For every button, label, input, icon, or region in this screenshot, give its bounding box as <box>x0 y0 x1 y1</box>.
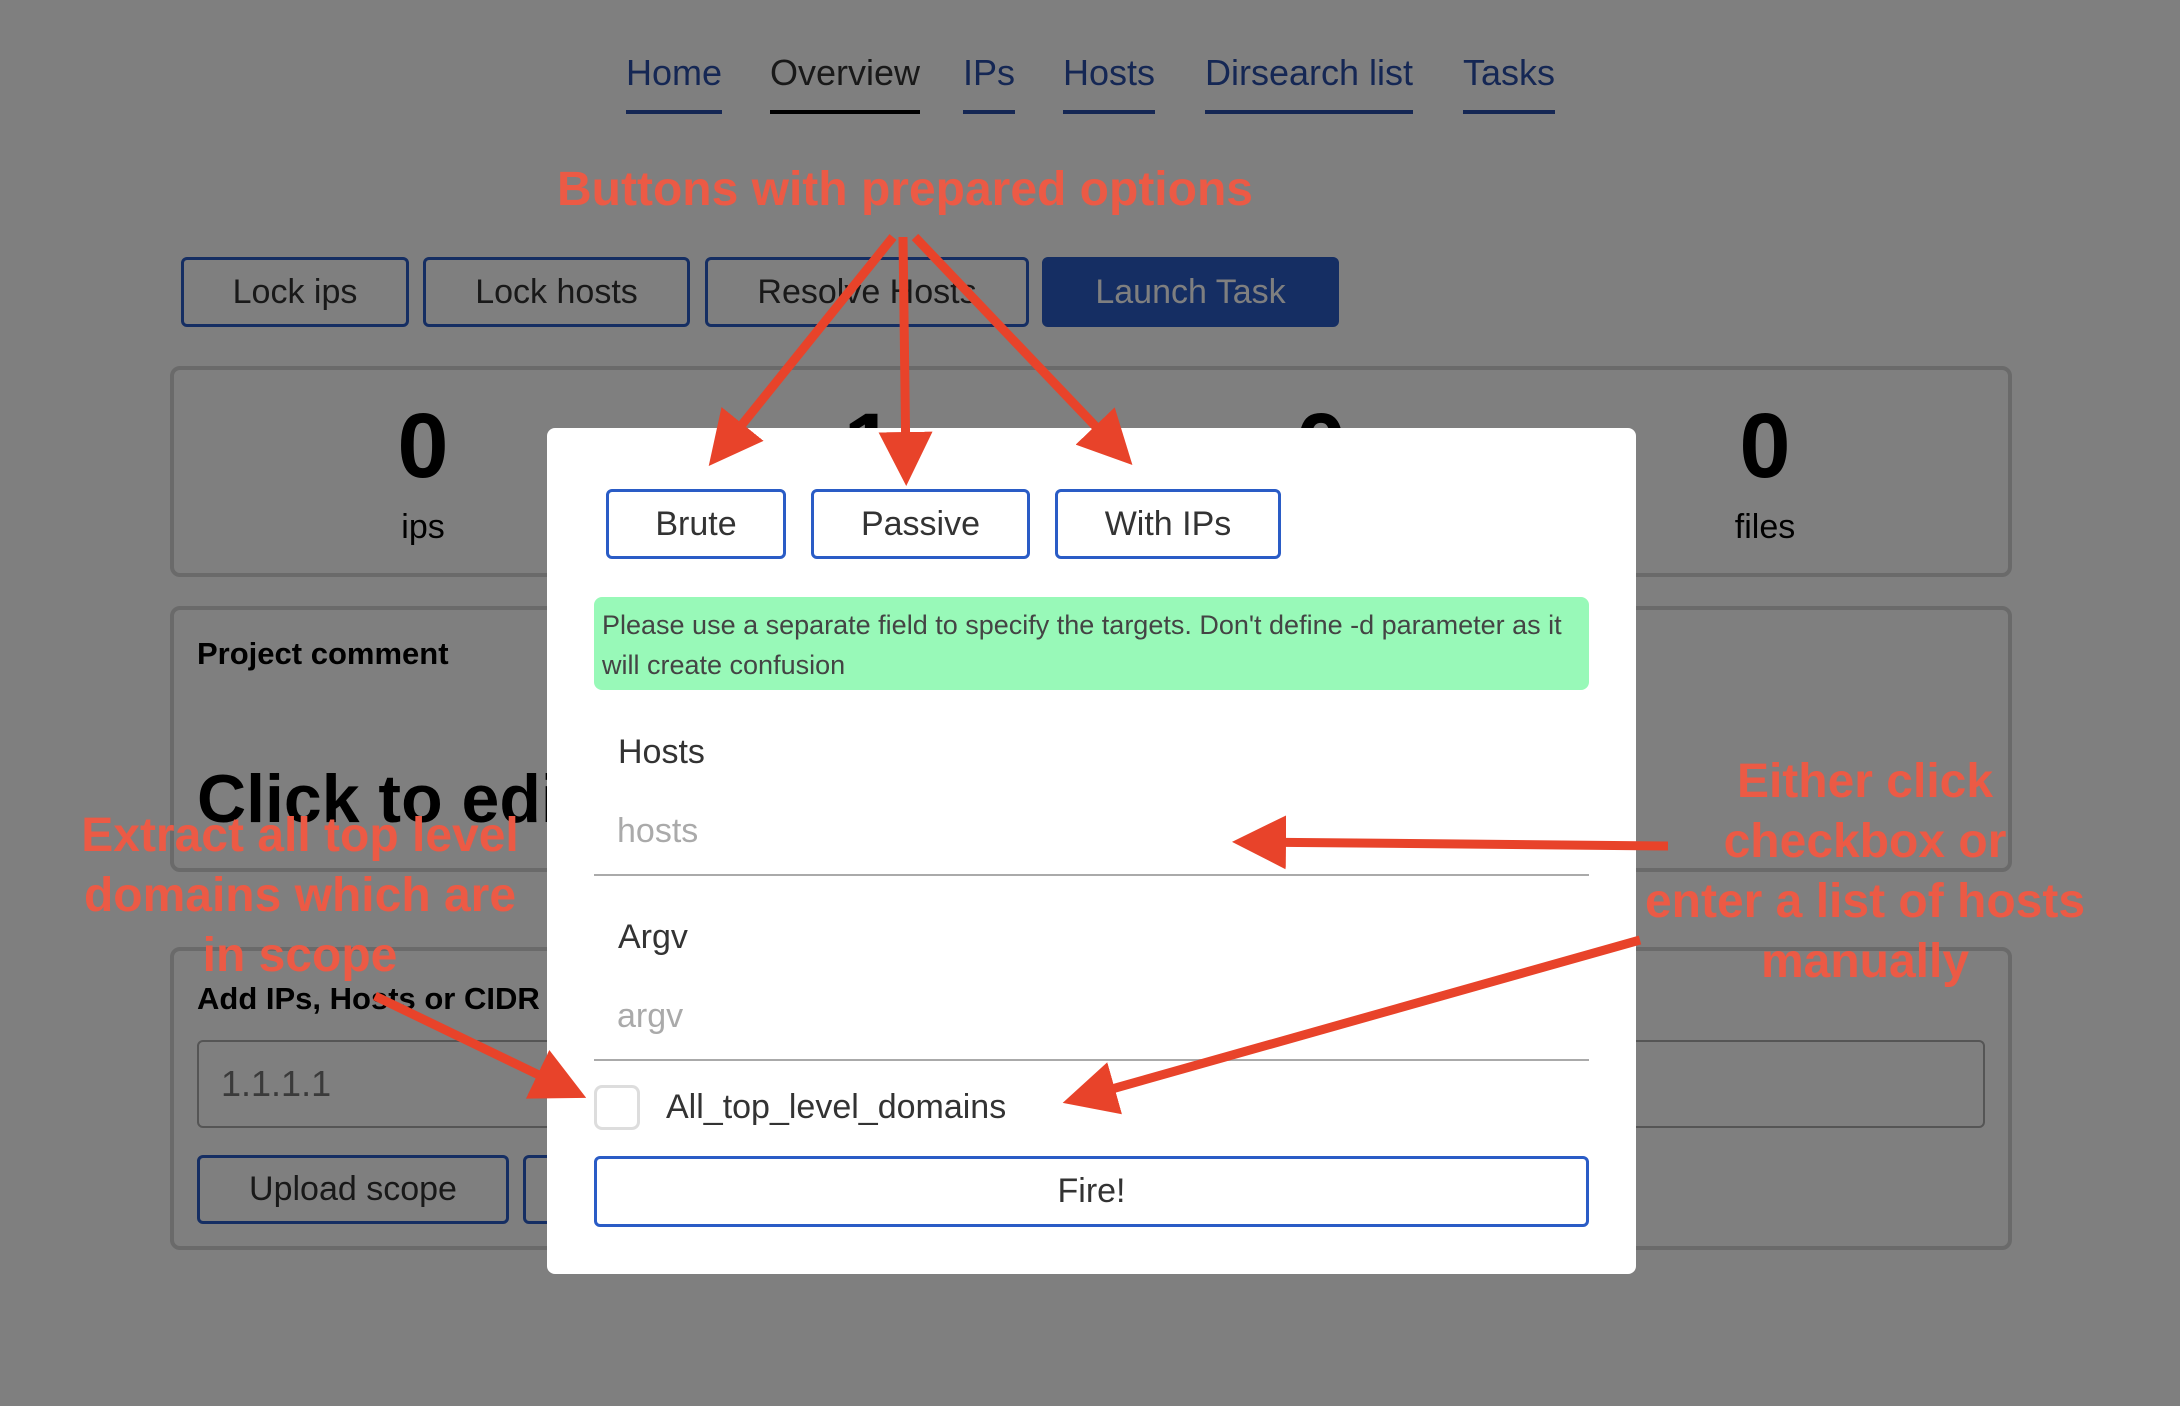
fire-button[interactable]: Fire! <box>594 1156 1589 1227</box>
annotation-tld-line: domains which are <box>83 869 517 922</box>
argv-input[interactable] <box>594 973 1589 1061</box>
preset-with-ips-button[interactable]: With IPs <box>1055 489 1281 559</box>
preset-brute-button[interactable]: Brute <box>606 489 786 559</box>
all-tld-checkbox[interactable] <box>594 1085 640 1130</box>
annotation-tld-line: in scope <box>202 929 398 982</box>
hosts-input[interactable] <box>594 788 1589 876</box>
all-tld-checkbox-label[interactable]: All_top_level_domains <box>666 1088 1006 1127</box>
annotation-tld: Extract all top level domains which are … <box>0 806 600 986</box>
hosts-label: Hosts <box>618 733 705 771</box>
annotation-hosts: Either click checkbox or enter a list of… <box>1620 752 2110 992</box>
annotation-presets: Buttons with prepared options <box>557 163 1253 216</box>
info-notice: Please use a separate field to specify t… <box>594 597 1589 690</box>
argv-label: Argv <box>618 918 688 956</box>
launch-task-modal: Brute Passive With IPs Please use a sepa… <box>547 428 1636 1274</box>
annotation-hosts-line: manually <box>1760 935 1970 988</box>
annotation-hosts-line: enter a list of hosts <box>1644 875 2086 928</box>
annotation-tld-line: Extract all top level <box>81 809 519 862</box>
annotation-hosts-line: checkbox or <box>1723 815 2007 868</box>
page: Home Overview IPs Hosts Dirsearch list T… <box>0 0 2180 1406</box>
annotation-hosts-line: Either click <box>1736 755 1994 808</box>
preset-passive-button[interactable]: Passive <box>811 489 1030 559</box>
